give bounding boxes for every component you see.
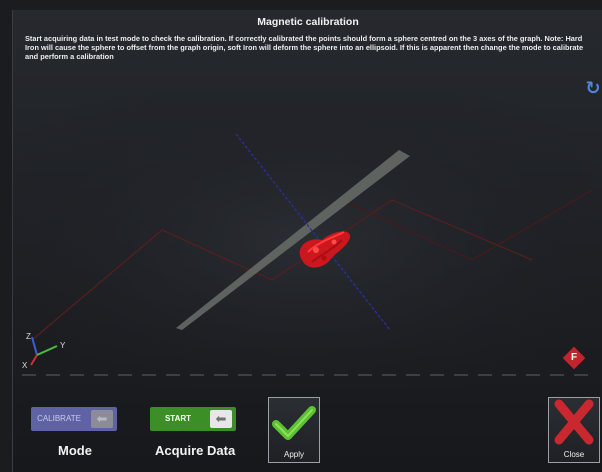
dialog-title: Magnetic calibration [257,16,359,28]
start-toggle[interactable]: START ⬅ [150,407,236,431]
checkmark-icon [272,406,316,440]
front-view-badge-label: F [570,351,578,363]
acquire-data-caption: Acquire Data [155,443,236,458]
mode-caption: Mode [58,443,92,458]
x-icon [554,399,594,445]
axis-y-label: Y [60,341,66,350]
start-toggle-label: START [164,414,192,423]
calibrate-toggle[interactable]: CALIBRATE ⬅ [31,407,117,431]
dialog-description: Start acquiring data in test mode to che… [25,34,584,61]
arrow-left-icon: ⬅ [91,410,113,428]
axis-x-label: X [22,361,28,370]
arrow-left-icon: ⬅ [210,410,232,428]
axis-z-label: Z [26,332,31,341]
apply-button-label: Apply [283,450,304,459]
plot-background [12,90,592,390]
3d-plot-view[interactable]: Z Y X [12,90,592,390]
apply-button[interactable]: Apply [268,397,320,463]
close-button[interactable]: Close [548,397,600,463]
calibrate-toggle-label: CALIBRATE [37,414,81,423]
close-button-label: Close [563,450,585,459]
